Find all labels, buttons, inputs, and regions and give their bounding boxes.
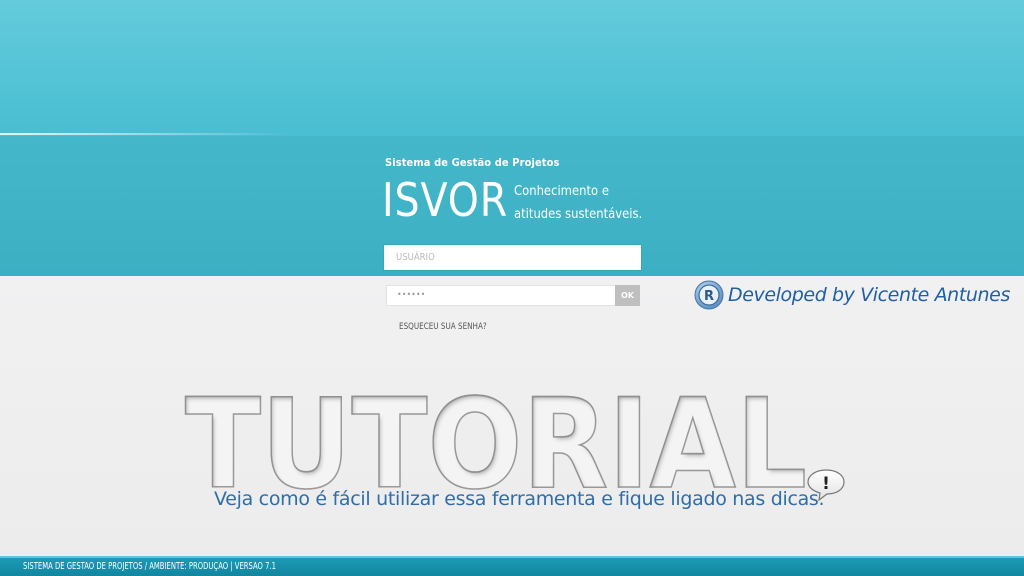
exclamation-bubble-icon: ! bbox=[807, 469, 845, 502]
footer-bar: SISTEMA DE GESTÃO DE PROJETOS / AMBIENTE… bbox=[0, 556, 1024, 576]
tutorial-subtitle: Veja como é fácil utilizar essa ferramen… bbox=[214, 488, 825, 510]
bubble-symbol: ! bbox=[822, 474, 830, 494]
footer-text: SISTEMA DE GESTÃO DE PROJETOS / AMBIENTE… bbox=[23, 561, 276, 572]
